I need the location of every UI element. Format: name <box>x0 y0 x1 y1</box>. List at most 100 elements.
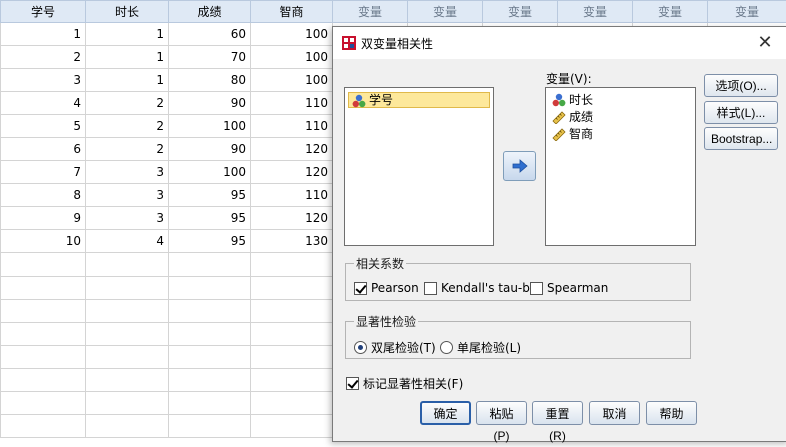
table-cell[interactable]: 120 <box>251 161 333 184</box>
table-cell[interactable]: 110 <box>251 92 333 115</box>
table-cell[interactable] <box>169 276 251 299</box>
table-cell[interactable]: 1 <box>86 46 169 69</box>
table-cell[interactable]: 80 <box>169 69 251 92</box>
table-cell[interactable] <box>251 414 333 437</box>
table-cell[interactable]: 10 <box>1 230 86 253</box>
table-cell[interactable]: 5 <box>1 115 86 138</box>
table-cell[interactable]: 4 <box>1 92 86 115</box>
one-tailed-radio[interactable]: 单尾检验(L) <box>440 339 521 356</box>
table-cell[interactable] <box>169 414 251 437</box>
table-cell[interactable] <box>251 276 333 299</box>
table-cell[interactable]: 90 <box>169 138 251 161</box>
table-cell[interactable]: 3 <box>86 161 169 184</box>
source-variable-list[interactable]: 学号 <box>344 87 494 246</box>
column-header[interactable]: 变量 <box>408 1 483 23</box>
list-item[interactable]: 成绩 <box>549 109 692 125</box>
checkbox-box[interactable] <box>354 282 367 295</box>
help-button[interactable]: 帮助 <box>646 401 697 425</box>
table-cell[interactable] <box>1 322 86 345</box>
table-cell[interactable] <box>169 253 251 276</box>
move-right-button[interactable] <box>503 151 536 181</box>
table-cell[interactable]: 1 <box>86 69 169 92</box>
table-cell[interactable] <box>86 414 169 437</box>
checkbox-box[interactable] <box>346 377 359 390</box>
table-cell[interactable] <box>1 345 86 368</box>
pearson-checkbox[interactable]: Pearson <box>354 281 419 295</box>
table-cell[interactable]: 7 <box>1 161 86 184</box>
column-header[interactable]: 学号 <box>1 1 86 23</box>
table-cell[interactable]: 2 <box>86 92 169 115</box>
table-cell[interactable]: 110 <box>251 184 333 207</box>
kendall-checkbox[interactable]: Kendall's tau-b <box>424 281 530 295</box>
column-header[interactable]: 变量 <box>558 1 633 23</box>
table-cell[interactable]: 120 <box>251 138 333 161</box>
table-cell[interactable] <box>251 368 333 391</box>
table-cell[interactable] <box>86 276 169 299</box>
table-cell[interactable] <box>1 414 86 437</box>
table-cell[interactable]: 2 <box>1 46 86 69</box>
column-header[interactable]: 智商 <box>251 1 333 23</box>
column-header[interactable]: 变量 <box>633 1 708 23</box>
table-cell[interactable] <box>1 253 86 276</box>
table-cell[interactable]: 1 <box>1 23 86 46</box>
list-item[interactable]: 学号 <box>348 92 490 108</box>
list-item[interactable]: 时长 <box>549 92 692 108</box>
table-cell[interactable]: 90 <box>169 92 251 115</box>
table-cell[interactable] <box>86 253 169 276</box>
column-header[interactable]: 变量 <box>333 1 408 23</box>
table-cell[interactable] <box>251 253 333 276</box>
radio-dot[interactable] <box>354 341 367 354</box>
checkbox-box[interactable] <box>530 282 543 295</box>
table-cell[interactable] <box>169 345 251 368</box>
table-cell[interactable] <box>86 345 169 368</box>
dialog-titlebar[interactable]: 双变量相关性 ✕ <box>333 27 786 59</box>
table-cell[interactable]: 95 <box>169 184 251 207</box>
table-cell[interactable]: 100 <box>251 23 333 46</box>
options-button[interactable]: 选项(O)... <box>704 74 778 97</box>
bootstrap-button[interactable]: Bootstrap... <box>704 127 778 150</box>
table-cell[interactable] <box>169 368 251 391</box>
table-cell[interactable] <box>1 276 86 299</box>
flag-significant-checkbox[interactable]: 标记显著性相关(F) <box>346 375 463 392</box>
table-cell[interactable]: 70 <box>169 46 251 69</box>
table-cell[interactable]: 8 <box>1 184 86 207</box>
cancel-button[interactable]: 取消 <box>589 401 640 425</box>
two-tailed-radio[interactable]: 双尾检验(T) <box>354 339 436 356</box>
table-cell[interactable]: 6 <box>1 138 86 161</box>
close-icon[interactable]: ✕ <box>753 31 777 55</box>
table-cell[interactable]: 3 <box>86 207 169 230</box>
table-cell[interactable] <box>251 345 333 368</box>
table-cell[interactable]: 2 <box>86 115 169 138</box>
table-cell[interactable] <box>86 391 169 414</box>
table-cell[interactable]: 95 <box>169 230 251 253</box>
table-cell[interactable]: 95 <box>169 207 251 230</box>
table-cell[interactable]: 100 <box>251 46 333 69</box>
table-cell[interactable] <box>169 322 251 345</box>
paste-button[interactable]: 粘贴(P) <box>476 401 527 425</box>
column-header[interactable]: 成绩 <box>169 1 251 23</box>
table-cell[interactable] <box>86 299 169 322</box>
table-cell[interactable]: 1 <box>86 23 169 46</box>
column-header[interactable]: 时长 <box>86 1 169 23</box>
reset-button[interactable]: 重置(R) <box>532 401 583 425</box>
list-item[interactable]: 智商 <box>549 126 692 142</box>
table-cell[interactable] <box>1 299 86 322</box>
table-cell[interactable] <box>1 368 86 391</box>
table-cell[interactable] <box>169 299 251 322</box>
table-cell[interactable]: 100 <box>169 115 251 138</box>
table-cell[interactable]: 120 <box>251 207 333 230</box>
style-button[interactable]: 样式(L)... <box>704 101 778 124</box>
table-cell[interactable] <box>1 391 86 414</box>
target-variable-list[interactable]: 时长 成绩 智商 <box>545 87 696 246</box>
table-cell[interactable] <box>86 322 169 345</box>
table-cell[interactable] <box>251 299 333 322</box>
table-cell[interactable] <box>86 368 169 391</box>
table-cell[interactable] <box>251 391 333 414</box>
spearman-checkbox[interactable]: Spearman <box>530 281 608 295</box>
radio-dot[interactable] <box>440 341 453 354</box>
table-cell[interactable]: 60 <box>169 23 251 46</box>
table-cell[interactable] <box>169 391 251 414</box>
ok-button[interactable]: 确定 <box>420 401 471 425</box>
checkbox-box[interactable] <box>424 282 437 295</box>
table-cell[interactable]: 100 <box>169 161 251 184</box>
